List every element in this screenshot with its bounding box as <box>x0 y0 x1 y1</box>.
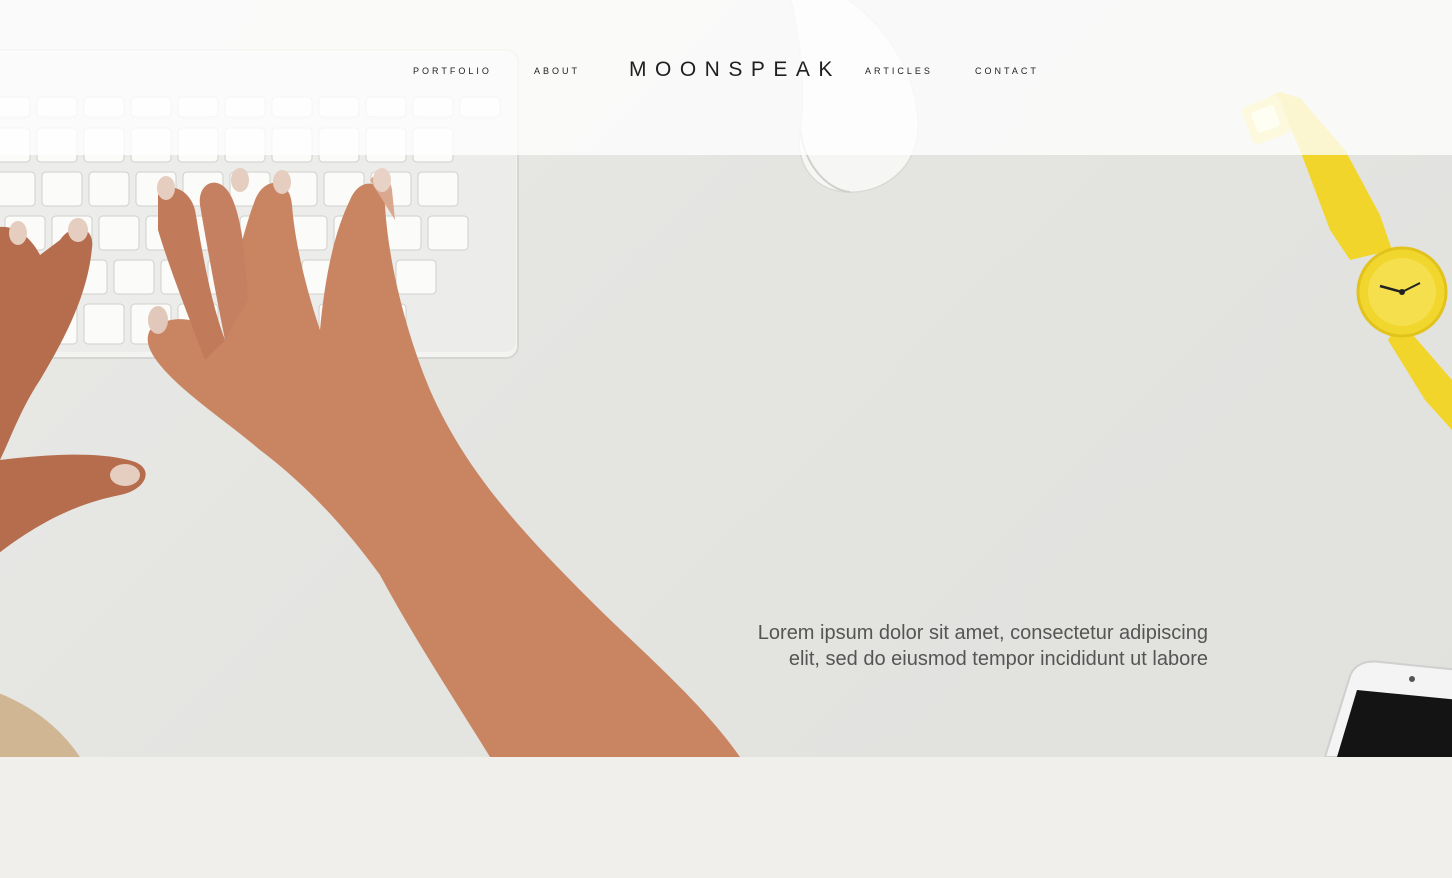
nav-link-contact[interactable]: CONTACT <box>975 66 1039 76</box>
keyboard-key <box>427 215 469 251</box>
nav-link-portfolio[interactable]: PORTFOLIO <box>413 66 492 76</box>
brand-logo[interactable]: MOONSPEAK <box>629 58 841 82</box>
phone-image <box>1323 660 1452 757</box>
hero-section: PORTFOLIO ABOUT MOONSPEAK ARTICLES CONTA… <box>0 0 1452 757</box>
hair-image <box>0 693 80 757</box>
keyboard-key <box>113 259 155 295</box>
nav-link-articles[interactable]: ARTICLES <box>865 66 933 76</box>
keyboard-key <box>417 171 459 207</box>
keyboard-key <box>395 259 437 295</box>
keyboard-key <box>83 303 125 345</box>
main-navigation: PORTFOLIO ABOUT MOONSPEAK ARTICLES CONTA… <box>0 0 1452 155</box>
hero-tagline-line-2: elit, sed do eiusmod tempor incididunt u… <box>788 648 1208 670</box>
hero-tagline-line-1: Lorem ipsum dolor sit amet, consectetur … <box>757 622 1208 644</box>
keyboard-key <box>88 171 130 207</box>
keyboard-key <box>0 171 36 207</box>
hero-tagline: Lorem ipsum dolor sit amet, consectetur … <box>700 620 1208 672</box>
lower-section <box>0 757 1452 878</box>
page: PORTFOLIO ABOUT MOONSPEAK ARTICLES CONTA… <box>0 0 1452 878</box>
keyboard-key <box>98 215 140 251</box>
nav-link-about[interactable]: ABOUT <box>534 66 580 76</box>
keyboard-key <box>41 171 83 207</box>
